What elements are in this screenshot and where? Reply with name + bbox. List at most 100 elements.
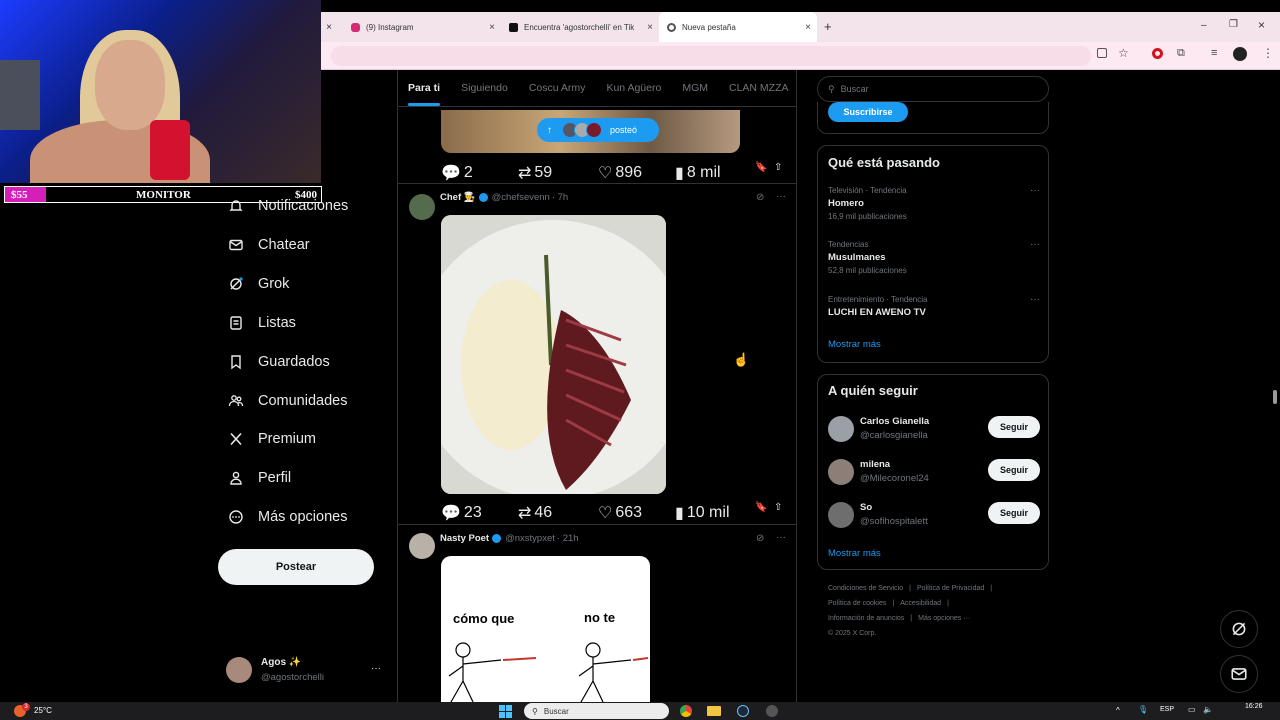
windows-start-icon[interactable] [499,705,512,718]
post-image[interactable]: cómo que no te [441,556,650,702]
tab-kun-aguero[interactable]: Kun Agüero [606,82,661,94]
extensions-icon[interactable]: ⧉ [1177,47,1185,60]
post-button[interactable]: Postear [218,549,374,585]
footer-link[interactable]: Condiciones de Servicio [828,585,903,592]
language-indicator[interactable]: ESP [1160,706,1174,713]
bookmark-icon[interactable]: 🔖 [755,162,767,173]
post-time[interactable]: · 7h [552,192,568,203]
sidebar-item-comunidades[interactable]: Comunidades [228,393,347,409]
kebab-menu-icon[interactable]: ⋮ [1262,46,1274,60]
tab-coscu-army[interactable]: Coscu Army [529,82,586,94]
author-name[interactable]: Nasty Poet [440,533,489,544]
trend-item[interactable]: Tendencias Musulmanes 52,8 mil publicaci… [828,239,1040,275]
sidebar-item-grok[interactable]: Grok [228,276,289,292]
share-icon[interactable]: ⇧ [774,502,782,513]
profile-avatar[interactable] [1233,47,1247,61]
author-handle[interactable]: @nxstypxet [505,533,555,544]
sidebar-item-listas[interactable]: Listas [228,315,296,331]
reply-button[interactable]: 💬 2 [441,163,473,183]
media-icon[interactable]: ≡ [1211,47,1217,59]
share-icon[interactable]: ⇧ [774,162,782,173]
volume-icon[interactable]: 🔈 [1203,705,1213,714]
sidebar-item-chatear[interactable]: Chatear [228,237,310,253]
sidebar-item-mas-opciones[interactable]: Más opciones [228,509,347,525]
like-button[interactable]: ♡ 896 [598,163,642,183]
tab-para-ti[interactable]: Para ti [408,82,441,106]
taskbar-search[interactable]: ⚲ Buscar [524,703,669,719]
more-icon[interactable]: ··· [1030,294,1040,305]
follow-button[interactable]: Seguir [988,502,1040,524]
footer-link[interactable]: Información de anuncios [828,615,904,622]
repost-button[interactable]: ⇄ 46 [518,503,552,523]
close-icon[interactable]: × [647,22,653,33]
star-icon[interactable]: ☆ [1118,46,1129,60]
more-icon[interactable]: ··· [1030,239,1040,250]
more-icon[interactable]: ··· [776,532,786,543]
footer-link[interactable]: Política de Privacidad [917,585,984,592]
app-icon[interactable] [766,705,778,717]
footer-link[interactable]: Más opciones ··· [918,615,970,622]
mic-icon[interactable]: 🎙 [1138,705,1148,714]
tab-mgm[interactable]: MGM [682,82,708,94]
tab-new-tab[interactable]: Nueva pestaña × [659,12,817,42]
grok-icon[interactable]: ⊘ [756,533,764,544]
chrome-taskbar-icon[interactable] [680,705,692,717]
follow-button[interactable]: Seguir [988,459,1040,481]
trend-item[interactable]: Televisión · Tendencia Homero 16,9 mil p… [828,185,1040,221]
follow-button[interactable]: Seguir [988,416,1040,438]
messages-fab[interactable] [1220,655,1258,693]
author-name[interactable]: Chef 👨‍🍳 [440,192,476,203]
repost-button[interactable]: ⇄ 59 [518,163,552,183]
avatar[interactable] [409,533,435,559]
sidebar-item-guardados[interactable]: Guardados [228,354,330,370]
reply-button[interactable]: 💬 23 [441,503,482,523]
sidebar-item-premium[interactable]: Premium [228,431,316,447]
show-more-link[interactable]: Mostrar más [828,339,881,350]
like-button[interactable]: ♡ 663 [598,503,642,523]
footer-link[interactable]: Política de cookies [828,600,886,607]
avatar[interactable] [409,194,435,220]
trend-item[interactable]: Entretenimiento · Tendencia LUCHI EN AWE… [828,294,1040,318]
post-time[interactable]: · 21h [557,533,579,544]
page-scrollbar[interactable] [1270,70,1280,702]
follow-suggestion[interactable]: milena @Milecoronel24 Seguir [828,459,1040,491]
tab-clan-mzza[interactable]: CLAN MZZA [729,82,789,94]
weather-temp[interactable]: 25°C [34,706,52,715]
close-icon[interactable]: × [321,12,337,42]
account-switcher[interactable]: Agos ✨ @agostorchelli ··· [226,655,386,687]
scrollbar-thumb[interactable] [1273,390,1277,404]
more-icon[interactable]: ··· [1030,185,1040,196]
views-button[interactable]: ▮ 8 mil [675,163,721,183]
subscribe-button[interactable]: Suscribirse [828,102,908,122]
chevron-up-icon[interactable]: ^ [1116,706,1120,715]
steam-icon[interactable] [737,705,749,717]
address-bar[interactable] [331,46,1091,66]
account-menu-icon[interactable]: ··· [371,663,381,674]
clock[interactable]: 16:26 [1245,703,1263,710]
footer-link[interactable]: Accesibilidad [900,600,941,607]
search-input[interactable]: ⚲ Buscar [817,76,1049,102]
more-icon[interactable]: ··· [776,191,786,202]
close-icon[interactable]: × [805,22,811,33]
restore-icon[interactable]: ❐ [1229,19,1238,30]
post-image[interactable] [441,215,666,494]
tab-siguiendo[interactable]: Siguiendo [461,82,508,94]
opera-icon[interactable] [1152,48,1163,59]
close-window-icon[interactable]: × [1258,18,1265,32]
new-posts-pill[interactable]: ↑ posteó [537,118,659,142]
folder-icon[interactable] [707,706,721,716]
sidebar-item-notificaciones[interactable]: Notificaciones [228,198,348,214]
bookmark-icon[interactable]: 🔖 [755,502,767,513]
grok-icon[interactable]: ⊘ [756,192,764,203]
sidebar-item-perfil[interactable]: Perfil [228,470,291,486]
close-icon[interactable]: × [489,22,495,33]
install-app-icon[interactable] [1097,48,1107,58]
new-tab-button[interactable]: + [824,19,832,34]
grok-fab[interactable] [1220,610,1258,648]
tab-instagram[interactable]: (9) Instagram × [343,12,501,42]
author-handle[interactable]: @chefsevenn [492,192,550,203]
follow-suggestion[interactable]: Carlos Gianella @carlosgianella Seguir [828,416,1040,448]
follow-suggestion[interactable]: So @sofihospitalett Seguir [828,502,1040,534]
views-button[interactable]: ▮ 10 mil [675,503,730,523]
show-more-link[interactable]: Mostrar más [828,548,881,559]
